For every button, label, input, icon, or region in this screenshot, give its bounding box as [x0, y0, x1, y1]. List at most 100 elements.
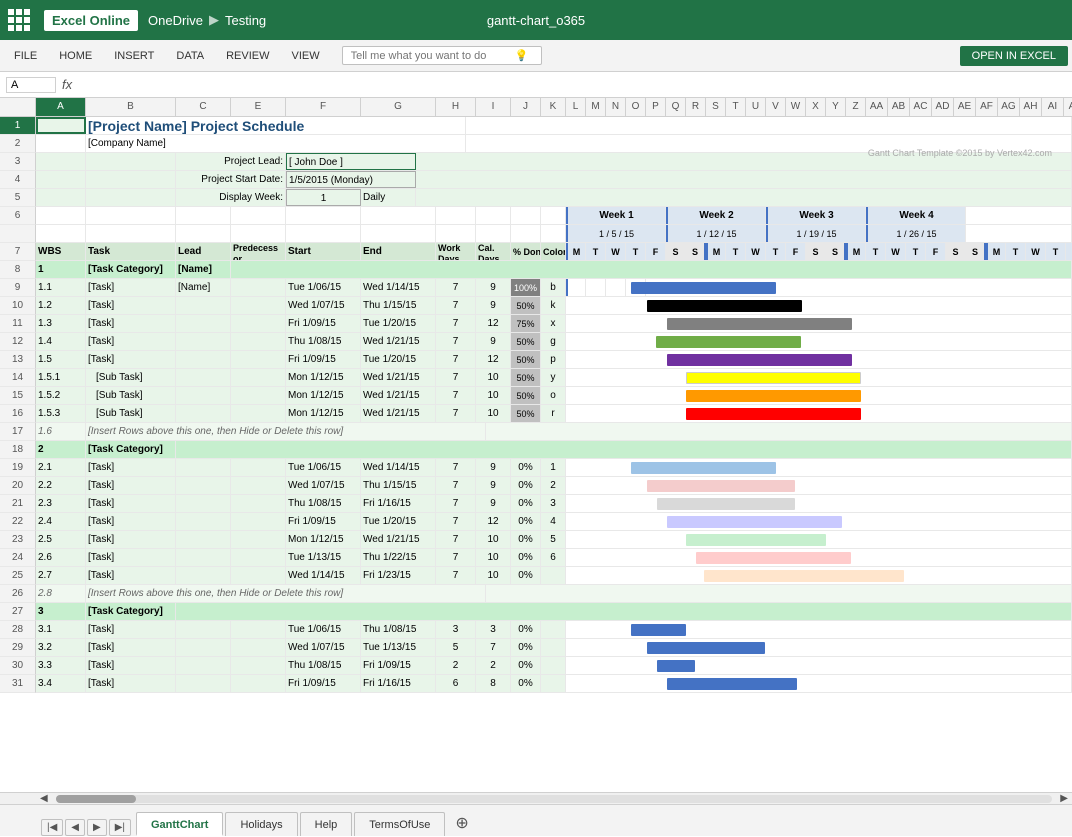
col-header-AA[interactable]: AA [866, 98, 888, 116]
row-header-6[interactable]: 6 [0, 207, 36, 225]
cell-F29[interactable]: Wed 1/07/15 [286, 639, 361, 656]
cell-E30[interactable] [231, 657, 286, 674]
cell-C3[interactable]: Project Lead: [176, 153, 286, 170]
menu-file[interactable]: FILE [4, 46, 47, 66]
cell-C21[interactable] [176, 495, 231, 512]
menu-home[interactable]: HOME [49, 46, 102, 66]
col-header-W[interactable]: W [786, 98, 806, 116]
cell-G15[interactable]: Wed 1/21/15 [361, 387, 436, 404]
cell-E20[interactable] [231, 477, 286, 494]
cell-B15[interactable]: [Sub Task] [86, 387, 176, 404]
cell-reference-box[interactable] [6, 77, 56, 93]
cell-G28[interactable]: Thu 1/08/15 [361, 621, 436, 638]
cell-J9[interactable]: 100% [511, 279, 541, 296]
cell-K30[interactable] [541, 657, 566, 674]
row-header-9[interactable]: 9 [0, 279, 36, 297]
col-header-AE[interactable]: AE [954, 98, 976, 116]
cell-G25[interactable]: Fri 1/23/15 [361, 567, 436, 584]
cell-J23[interactable]: 0% [511, 531, 541, 548]
cell-J25[interactable]: 0% [511, 567, 541, 584]
cell-G21[interactable]: Fri 1/16/15 [361, 495, 436, 512]
cell-B7[interactable]: Task [86, 243, 176, 260]
col-header-F[interactable]: F [286, 98, 361, 116]
formula-input[interactable] [78, 79, 1066, 91]
cell-E19[interactable] [231, 459, 286, 476]
cell-A18[interactable]: 2 [36, 441, 86, 458]
cell-C30[interactable] [176, 657, 231, 674]
cell-K12[interactable]: g [541, 333, 566, 350]
cell-B29[interactable]: [Task] [86, 639, 176, 656]
cell-G13[interactable]: Tue 1/20/15 [361, 351, 436, 368]
cell-F15[interactable]: Mon 1/12/15 [286, 387, 361, 404]
cell-F19[interactable]: Tue 1/06/15 [286, 459, 361, 476]
cell-C29[interactable] [176, 639, 231, 656]
cell-H12[interactable]: 7 [436, 333, 476, 350]
cell-I28[interactable]: 3 [476, 621, 511, 638]
cell-I12[interactable]: 9 [476, 333, 511, 350]
cell-B21[interactable]: [Task] [86, 495, 176, 512]
cell-A7[interactable]: WBS [36, 243, 86, 260]
cell-B30[interactable]: [Task] [86, 657, 176, 674]
cell-H11[interactable]: 7 [436, 315, 476, 332]
cell-B16[interactable]: [Sub Task] [86, 405, 176, 422]
sheet-tab-help[interactable]: Help [300, 812, 353, 836]
cell-K28[interactable] [541, 621, 566, 638]
cell-E28[interactable] [231, 621, 286, 638]
row-header-5[interactable]: 5 [0, 189, 36, 207]
cell-C24[interactable] [176, 549, 231, 566]
row-header-22[interactable]: 22 [0, 513, 36, 531]
cell-K24[interactable]: 6 [541, 549, 566, 566]
col-header-M[interactable]: M [586, 98, 606, 116]
cell-F21[interactable]: Thu 1/08/15 [286, 495, 361, 512]
cell-B13[interactable]: [Task] [86, 351, 176, 368]
cell-K14[interactable]: y [541, 369, 566, 386]
cell-A5[interactable] [36, 189, 86, 206]
col-header-V[interactable]: V [766, 98, 786, 116]
cell-A2[interactable] [36, 135, 86, 152]
cell-E23[interactable] [231, 531, 286, 548]
cell-I14[interactable]: 10 [476, 369, 511, 386]
col-header-AF[interactable]: AF [976, 98, 998, 116]
row-header-26[interactable]: 26 [0, 585, 36, 603]
tab-nav-first[interactable]: |◀ [41, 819, 63, 836]
row-header-4[interactable]: 4 [0, 171, 36, 189]
cell-H24[interactable]: 7 [436, 549, 476, 566]
cell-A11[interactable]: 1.3 [36, 315, 86, 332]
row-header-31[interactable]: 31 [0, 675, 36, 693]
col-header-A[interactable]: A [36, 98, 86, 116]
cell-E10[interactable] [231, 297, 286, 314]
cell-B23[interactable]: [Task] [86, 531, 176, 548]
row-header-12[interactable]: 12 [0, 333, 36, 351]
cell-I29[interactable]: 7 [476, 639, 511, 656]
row-header-6b[interactable] [0, 225, 36, 243]
cell-F20[interactable]: Wed 1/07/15 [286, 477, 361, 494]
cell-A27[interactable]: 3 [36, 603, 86, 620]
tab-nav-last[interactable]: ▶| [109, 819, 131, 836]
cell-B19[interactable]: [Task] [86, 459, 176, 476]
cell-I24[interactable]: 10 [476, 549, 511, 566]
cell-A22[interactable]: 2.4 [36, 513, 86, 530]
cell-I11[interactable]: 12 [476, 315, 511, 332]
cell-A21[interactable]: 2.3 [36, 495, 86, 512]
cell-G12[interactable]: Wed 1/21/15 [361, 333, 436, 350]
row-header-29[interactable]: 29 [0, 639, 36, 657]
cell-C7[interactable]: Lead [176, 243, 231, 260]
cell-G23[interactable]: Wed 1/21/15 [361, 531, 436, 548]
col-header-AC[interactable]: AC [910, 98, 932, 116]
cell-E16[interactable] [231, 405, 286, 422]
breadcrumb-testing[interactable]: Testing [225, 13, 266, 28]
cell-J21[interactable]: 0% [511, 495, 541, 512]
cell-F23[interactable]: Mon 1/12/15 [286, 531, 361, 548]
cell-J24[interactable]: 0% [511, 549, 541, 566]
cell-A26[interactable]: 2.8 [36, 585, 86, 602]
cell-H15[interactable]: 7 [436, 387, 476, 404]
cell-F5[interactable]: 1 [286, 189, 361, 206]
cell-A8[interactable]: 1 [36, 261, 86, 278]
col-header-AG[interactable]: AG [998, 98, 1020, 116]
row-header-15[interactable]: 15 [0, 387, 36, 405]
cell-I20[interactable]: 9 [476, 477, 511, 494]
cell-F9[interactable]: Tue 1/06/15 [286, 279, 361, 296]
cell-K20[interactable]: 2 [541, 477, 566, 494]
scroll-right-btn[interactable]: ▶ [1056, 793, 1072, 804]
cell-E22[interactable] [231, 513, 286, 530]
